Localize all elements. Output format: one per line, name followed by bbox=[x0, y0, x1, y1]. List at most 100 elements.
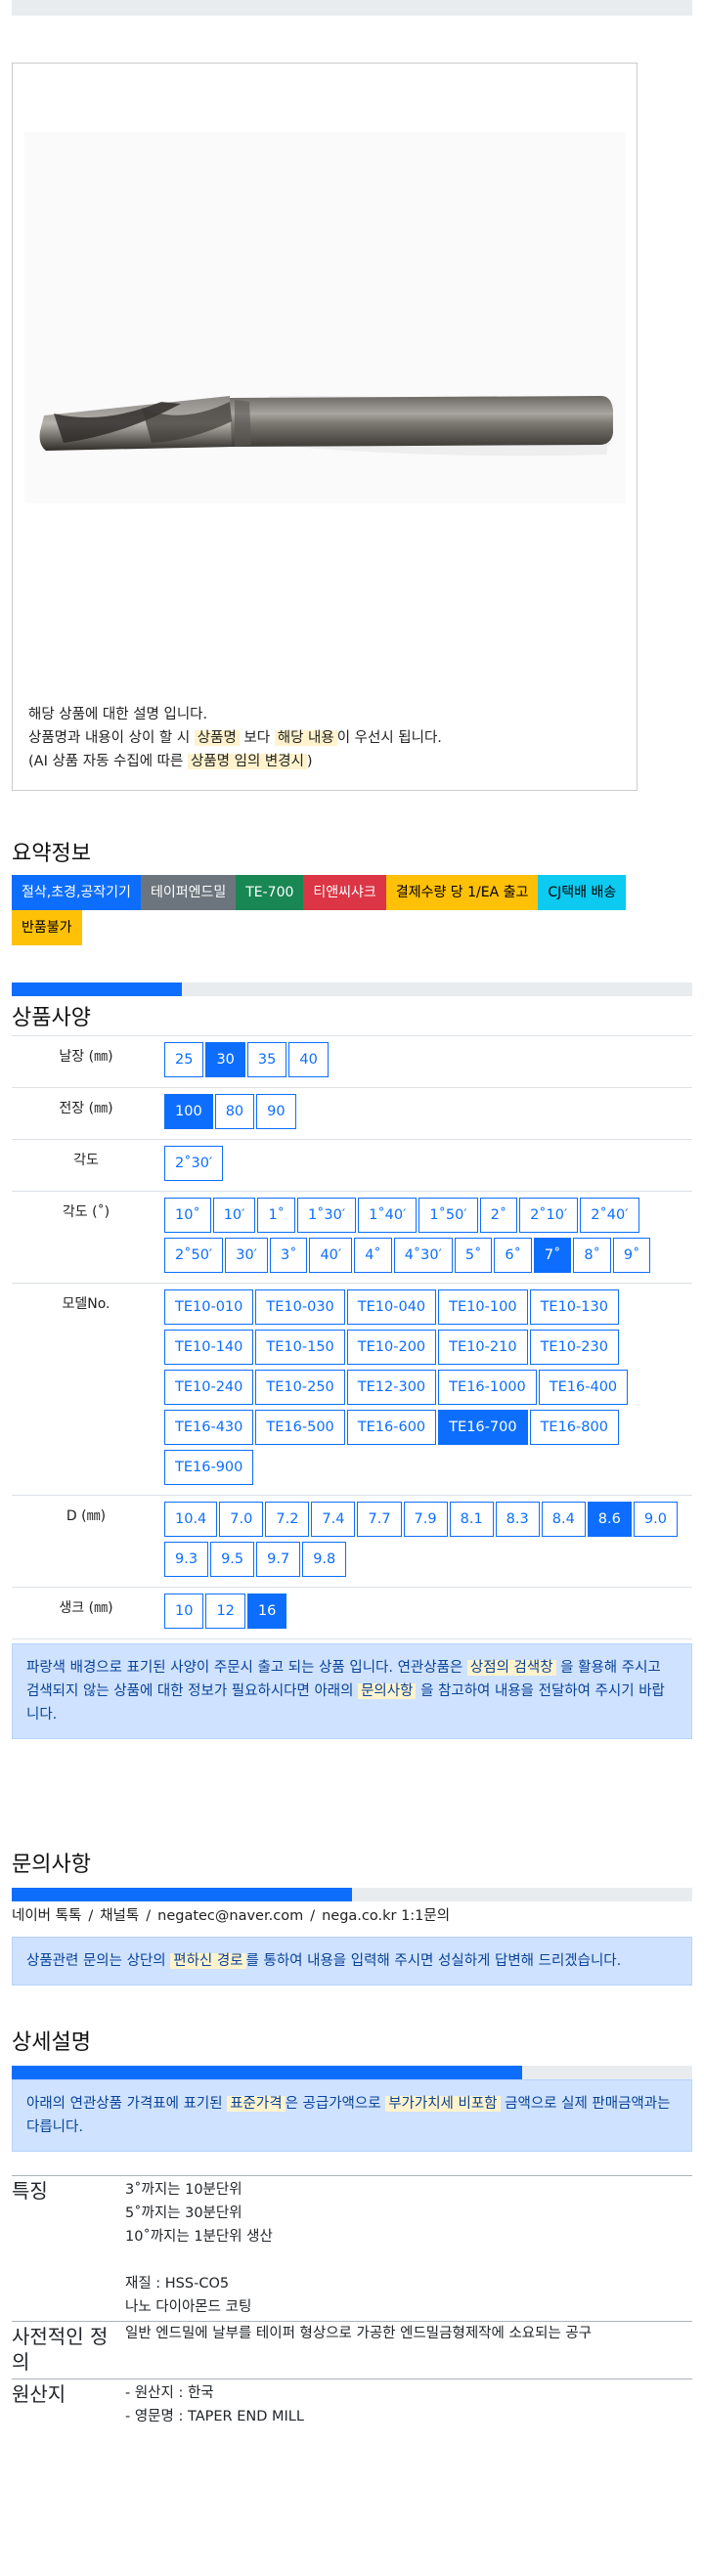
spec-option-button[interactable]: 90 bbox=[256, 1094, 296, 1129]
summary-badge: 티앤씨샤크 bbox=[303, 875, 386, 910]
spec-option-button[interactable]: 10.4 bbox=[164, 1502, 218, 1537]
spec-option-button[interactable]: TE10-030 bbox=[255, 1289, 345, 1325]
feature-line bbox=[125, 2249, 692, 2272]
spec-options: 10˚ 10′ 1˚ 1˚30′ 1˚40′ 1˚50′ 2˚ 2˚10′ 2˚40′ 2˚50′… bbox=[164, 1198, 688, 1278]
spec-option-button[interactable]: 7.9 bbox=[403, 1502, 448, 1537]
spec-option-button[interactable]: 9˚ bbox=[612, 1238, 651, 1273]
highlight: 부가가치세 비포함 bbox=[385, 2096, 501, 2112]
contact-link[interactable]: negatec@naver.com bbox=[157, 1908, 303, 1924]
spec-option-button[interactable]: TE10-150 bbox=[255, 1330, 345, 1365]
spec-row: 날장 (㎜) 25 30 35 40 bbox=[12, 1035, 692, 1088]
spec-option-button[interactable]: 2˚30′ bbox=[164, 1146, 224, 1181]
spec-option-button[interactable]: 30′ bbox=[225, 1238, 268, 1273]
spec-option-button[interactable]: 2˚40′ bbox=[580, 1198, 639, 1233]
spec-option-button[interactable]: 40 bbox=[288, 1042, 329, 1077]
product-description: 해당 상품에 대한 설명 입니다. 상품명과 내용이 상이 할 시 상품명 보다… bbox=[28, 703, 442, 773]
spec-option-button[interactable]: 1˚50′ bbox=[418, 1198, 478, 1233]
spec-option-button[interactable]: 1˚40′ bbox=[358, 1198, 418, 1233]
inquiry-note: 상품관련 문의는 상단의 편하신 경로 를 통하여 내용을 입력해 주시면 성실하… bbox=[12, 1937, 692, 1986]
spec-options: 2˚30′ bbox=[164, 1146, 688, 1186]
feature-line: 5˚까지는 30분단위 bbox=[125, 2205, 242, 2221]
spec-option-button[interactable]: TE10-040 bbox=[346, 1289, 437, 1325]
spec-label: 각도 bbox=[12, 1139, 160, 1192]
spec-option-button[interactable]: 16 bbox=[246, 1594, 287, 1629]
contact-separator: / bbox=[310, 1908, 316, 1924]
summary-badge: CJ택배 배송 bbox=[538, 875, 627, 910]
spec-option-button[interactable]: 35 bbox=[246, 1042, 287, 1077]
spec-option-button[interactable]: 100 bbox=[164, 1094, 213, 1129]
spec-option-button[interactable]: TE16-600 bbox=[346, 1410, 437, 1445]
spec-option-button[interactable]: TE10-210 bbox=[438, 1330, 528, 1365]
spec-option-button[interactable]: 4˚30′ bbox=[393, 1238, 453, 1273]
spec-option-button[interactable]: TE10-130 bbox=[529, 1289, 619, 1325]
spec-option-button[interactable]: TE16-500 bbox=[255, 1410, 345, 1445]
contact-link[interactable]: 채널톡 bbox=[100, 1908, 139, 1924]
spec-option-button[interactable]: TE16-800 bbox=[529, 1410, 619, 1445]
contact-link[interactable]: nega.co.kr 1:1문의 bbox=[322, 1908, 450, 1924]
summary-badge: TE-700 bbox=[236, 875, 304, 910]
spec-option-button[interactable]: 7.0 bbox=[219, 1502, 264, 1537]
specs-title: 상품사양 bbox=[12, 1006, 91, 1030]
spec-option-button[interactable]: 8.6 bbox=[587, 1502, 632, 1537]
summary-title: 요약정보 bbox=[12, 842, 91, 866]
spec-option-button[interactable]: 2˚10′ bbox=[519, 1198, 579, 1233]
spec-option-button[interactable]: TE10-240 bbox=[164, 1370, 254, 1405]
spec-option-button[interactable]: 80 bbox=[214, 1094, 255, 1129]
spec-option-button[interactable]: TE10-010 bbox=[164, 1289, 254, 1325]
spec-option-button[interactable]: 7˚ bbox=[533, 1238, 572, 1273]
definition-text: 일반 엔드밀에 날부를 테이퍼 형상으로 가공한 엔드밀금형제작에 소요되는 공… bbox=[125, 2321, 692, 2380]
spec-option-button[interactable]: 2˚50′ bbox=[164, 1238, 224, 1273]
spec-option-button[interactable]: TE10-230 bbox=[529, 1330, 619, 1365]
spec-option-button[interactable]: TE16-900 bbox=[164, 1450, 254, 1485]
spec-option-button[interactable]: 10˚ bbox=[164, 1198, 211, 1233]
spec-option-button[interactable]: 3˚ bbox=[269, 1238, 308, 1273]
spec-option-button[interactable]: 8.4 bbox=[541, 1502, 586, 1537]
spec-option-button[interactable]: 12 bbox=[205, 1594, 245, 1629]
spec-option-button[interactable]: 1˚30′ bbox=[296, 1198, 357, 1233]
spec-option-button[interactable]: 2˚ bbox=[479, 1198, 518, 1233]
spec-option-button[interactable]: TE10-140 bbox=[164, 1330, 254, 1365]
spec-option-button[interactable]: 9.0 bbox=[633, 1502, 678, 1537]
spec-option-button[interactable]: TE10-250 bbox=[255, 1370, 345, 1405]
spec-option-button[interactable]: 7.4 bbox=[311, 1502, 356, 1537]
summary-badge: 테이퍼엔드밀 bbox=[140, 875, 237, 910]
spec-table: 날장 (㎜) 25 30 35 40 전장 (㎜) 100 80 90 각도 2˚30′ 각도 (˚)… bbox=[12, 1035, 692, 1639]
spec-label: 날장 (㎜) bbox=[12, 1035, 160, 1088]
description-line: 해당 상품에 대한 설명 입니다. bbox=[28, 707, 208, 722]
spec-option-button[interactable]: TE16-700 bbox=[438, 1410, 528, 1445]
contact-link[interactable]: 네이버 톡톡 bbox=[12, 1908, 81, 1924]
spec-option-button[interactable]: 7.2 bbox=[265, 1502, 310, 1537]
spec-option-button[interactable]: 10′ bbox=[212, 1198, 256, 1233]
spec-option-button[interactable]: 5˚ bbox=[454, 1238, 493, 1273]
spec-options: 100 80 90 bbox=[164, 1094, 688, 1134]
spec-option-button[interactable]: TE16-1000 bbox=[438, 1370, 537, 1405]
spec-option-button[interactable]: 30 bbox=[205, 1042, 245, 1077]
spec-option-button[interactable]: TE12-300 bbox=[346, 1370, 437, 1405]
spec-option-button[interactable]: 4˚ bbox=[354, 1238, 392, 1273]
spec-option-button[interactable]: 8.3 bbox=[495, 1502, 540, 1537]
spec-option-button[interactable]: 9.7 bbox=[256, 1542, 301, 1577]
features-heading: 특징 bbox=[12, 2175, 125, 2322]
feature-line: 재질 : HSS-CO5 bbox=[125, 2276, 230, 2292]
spec-label: D (㎜) bbox=[12, 1495, 160, 1588]
spec-option-button[interactable]: 9.3 bbox=[164, 1542, 209, 1577]
spec-option-button[interactable]: 10 bbox=[164, 1594, 204, 1629]
origin-line: - 원산지 : 한국 bbox=[125, 2385, 214, 2401]
spec-option-button[interactable]: 9.5 bbox=[210, 1542, 255, 1577]
spec-option-button[interactable]: TE10-100 bbox=[438, 1289, 528, 1325]
spec-option-button[interactable]: 25 bbox=[164, 1042, 204, 1077]
spec-option-button[interactable]: TE10-200 bbox=[346, 1330, 437, 1365]
spec-option-button[interactable]: 9.8 bbox=[302, 1542, 347, 1577]
spec-option-button[interactable]: 6˚ bbox=[494, 1238, 532, 1273]
spec-option-button[interactable]: TE16-400 bbox=[538, 1370, 629, 1405]
spec-option-button[interactable]: 7.7 bbox=[357, 1502, 402, 1537]
spec-option-button[interactable]: 8.1 bbox=[449, 1502, 494, 1537]
contact-list: 네이버 톡톡 / 채널톡 / negatec@naver.com / nega.co.kr … bbox=[12, 1904, 692, 1925]
spec-option-button[interactable]: TE16-430 bbox=[164, 1410, 254, 1445]
spec-option-button[interactable]: 8˚ bbox=[573, 1238, 611, 1273]
feature-line: 나노 다이아몬드 코팅 bbox=[125, 2299, 252, 2315]
description-line: 상품명과 내용이 상이 할 시 상품명 보다 해당 내용 이 우선시 됩니다. bbox=[28, 730, 442, 746]
spec-options: 10.4 7.0 7.2 7.4 7.7 7.9 8.1 8.3 8.4 8.6 9.0 9.3 9.5… bbox=[164, 1502, 688, 1582]
spec-option-button[interactable]: 1˚ bbox=[257, 1198, 295, 1233]
spec-option-button[interactable]: 40′ bbox=[309, 1238, 353, 1273]
